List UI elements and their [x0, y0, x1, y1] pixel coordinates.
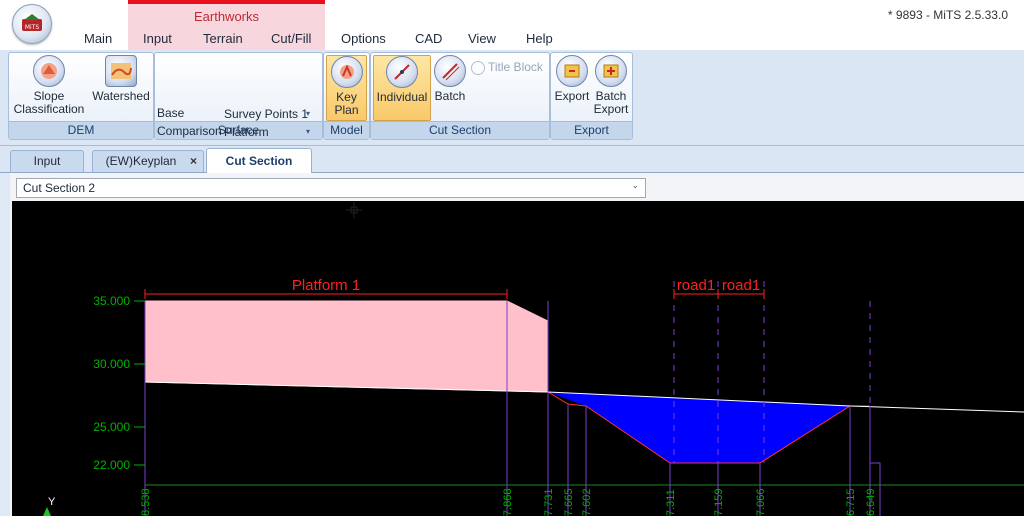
cut-section-group-label: Cut Section	[371, 121, 549, 139]
doc-tab-keyplan[interactable]: (EW)Keyplan ×	[92, 150, 204, 172]
station-label: 7.311	[665, 489, 677, 516]
batch-button[interactable]: Batch	[429, 55, 471, 103]
station-label: 7.066	[755, 488, 767, 516]
context-group-bar	[128, 0, 325, 4]
doc-tab-cut-section[interactable]: Cut Section	[206, 148, 312, 173]
ribbon: Slope Classification ▾ Watershed DEM Sur…	[0, 50, 1024, 146]
export-group-label: Export	[551, 121, 632, 139]
station-label: 7.602	[581, 488, 593, 516]
batch-label: Batch	[434, 89, 466, 103]
slope-classification-button[interactable]: Slope Classification ▾	[11, 55, 87, 130]
base-chevron-down-icon[interactable]: ▾	[306, 109, 310, 118]
tab-input[interactable]: Input	[143, 31, 172, 46]
document-tabs: Input (EW)Keyplan × Cut Section	[0, 146, 1024, 173]
batch-export-button[interactable]: Batch Export	[593, 55, 629, 116]
elevation-axis: 35.000 30.000 25.000 22.000	[93, 294, 130, 472]
export-label: Export	[554, 89, 590, 103]
tab-cut-fill[interactable]: Cut/Fill	[271, 31, 311, 46]
key-plan-button[interactable]: Key Plan	[326, 55, 367, 121]
platform-label: Platform 1	[292, 277, 360, 294]
road-label: road1	[677, 277, 715, 294]
station-label: 7.731	[543, 488, 555, 516]
tab-cad[interactable]: CAD	[415, 31, 442, 46]
key-plan-icon	[330, 56, 363, 88]
road-label: road1	[722, 277, 760, 294]
elevation-label: 30.000	[93, 357, 130, 371]
tab-terrain[interactable]: Terrain	[203, 31, 243, 46]
earthworks-label: Earthworks	[193, 9, 260, 24]
comparison-chevron-down-icon[interactable]: ▾	[306, 127, 310, 136]
crosshair-cursor-icon	[346, 202, 362, 218]
station-label: 7.159	[713, 488, 725, 516]
title-block-icon	[471, 60, 485, 75]
batch-export-icon	[595, 55, 627, 87]
section-view-canvas[interactable]: Platform 1 road1 road1 35.000 30.000 25.…	[12, 201, 1024, 516]
title-block-button[interactable]: Title Block	[471, 60, 543, 75]
base-label: Base	[157, 106, 185, 120]
watershed-icon	[105, 55, 137, 87]
model-group: Key Plan Model	[323, 52, 370, 140]
svg-text:Y: Y	[48, 496, 56, 508]
watershed-label: Watershed	[92, 89, 150, 103]
slope-classification-icon	[33, 55, 65, 87]
tab-main[interactable]: Main	[84, 31, 112, 46]
cut-section-select-value: Cut Section 2	[23, 181, 96, 195]
section-view-drawing: Platform 1 road1 road1 35.000 30.000 25.…	[43, 277, 1024, 516]
close-icon[interactable]: ×	[190, 151, 197, 172]
cut-section-select[interactable]: Cut Section 2 ⌄	[16, 178, 646, 198]
ucs-axis-icon: Y	[43, 496, 56, 516]
platform-fill	[144, 300, 549, 393]
application-menu-button[interactable]: MiTS	[12, 4, 52, 44]
watershed-button[interactable]: Watershed	[91, 55, 151, 103]
station-label: 8.538	[140, 488, 152, 516]
title-bar: MiTS Earthworks * 9893 - MiTS 2.5.33.0 M…	[0, 0, 1024, 50]
model-group-label: Model	[324, 121, 369, 139]
elevation-ticks	[134, 300, 145, 466]
tab-help[interactable]: Help	[526, 31, 553, 46]
export-icon	[556, 55, 588, 87]
dem-group-label: DEM	[9, 121, 153, 139]
export-button[interactable]: Export	[553, 55, 591, 103]
chevron-down-icon: ⌄	[631, 180, 639, 190]
comparison-label: Comparison	[157, 124, 222, 138]
station-label: 7.665	[563, 488, 575, 516]
svg-text:MiTS: MiTS	[25, 24, 40, 31]
cut-area-fill	[548, 392, 850, 463]
batch-export-label-2: Export	[593, 102, 629, 116]
comparison-surface-select[interactable]: Platform	[224, 125, 269, 139]
station-label: 6.649	[865, 488, 877, 516]
elevation-label: 22.000	[93, 458, 130, 472]
doc-tab-cut-section-label: Cut Section	[225, 154, 293, 168]
mits-logo-icon: MiTS	[22, 14, 42, 31]
doc-tab-input-label: Input	[33, 154, 61, 168]
tab-view[interactable]: View	[468, 31, 496, 46]
doc-tab-keyplan-label: (EW)Keyplan	[105, 154, 177, 168]
slope-classification-label-2: Classification	[13, 102, 85, 116]
doc-tab-input[interactable]: Input	[10, 150, 84, 172]
station-label: 7.868	[502, 488, 514, 516]
elevation-label: 35.000	[93, 294, 130, 308]
station-axis: 8.538 7.868 7.731 7.665 7.602 7.311 7.15…	[140, 488, 877, 516]
individual-label: Individual	[376, 90, 428, 104]
tab-options[interactable]: Options	[341, 31, 386, 46]
base-surface-select[interactable]: Survey Points 1	[224, 107, 308, 121]
dem-group: Slope Classification ▾ Watershed DEM	[8, 52, 154, 140]
key-plan-label-2: Plan	[334, 103, 359, 117]
cut-section-group: Individual Batch Title Block Cut Section	[370, 52, 550, 140]
elevation-label: 25.000	[93, 420, 130, 434]
title-block-label: Title Block	[488, 60, 543, 74]
export-group: Export Batch Export Export	[550, 52, 633, 140]
individual-section-icon	[386, 56, 418, 88]
batch-section-icon	[434, 55, 466, 87]
window-title: * 9893 - MiTS 2.5.33.0	[887, 8, 1008, 22]
individual-button[interactable]: Individual	[373, 55, 431, 121]
station-label: 6.715	[845, 488, 857, 516]
